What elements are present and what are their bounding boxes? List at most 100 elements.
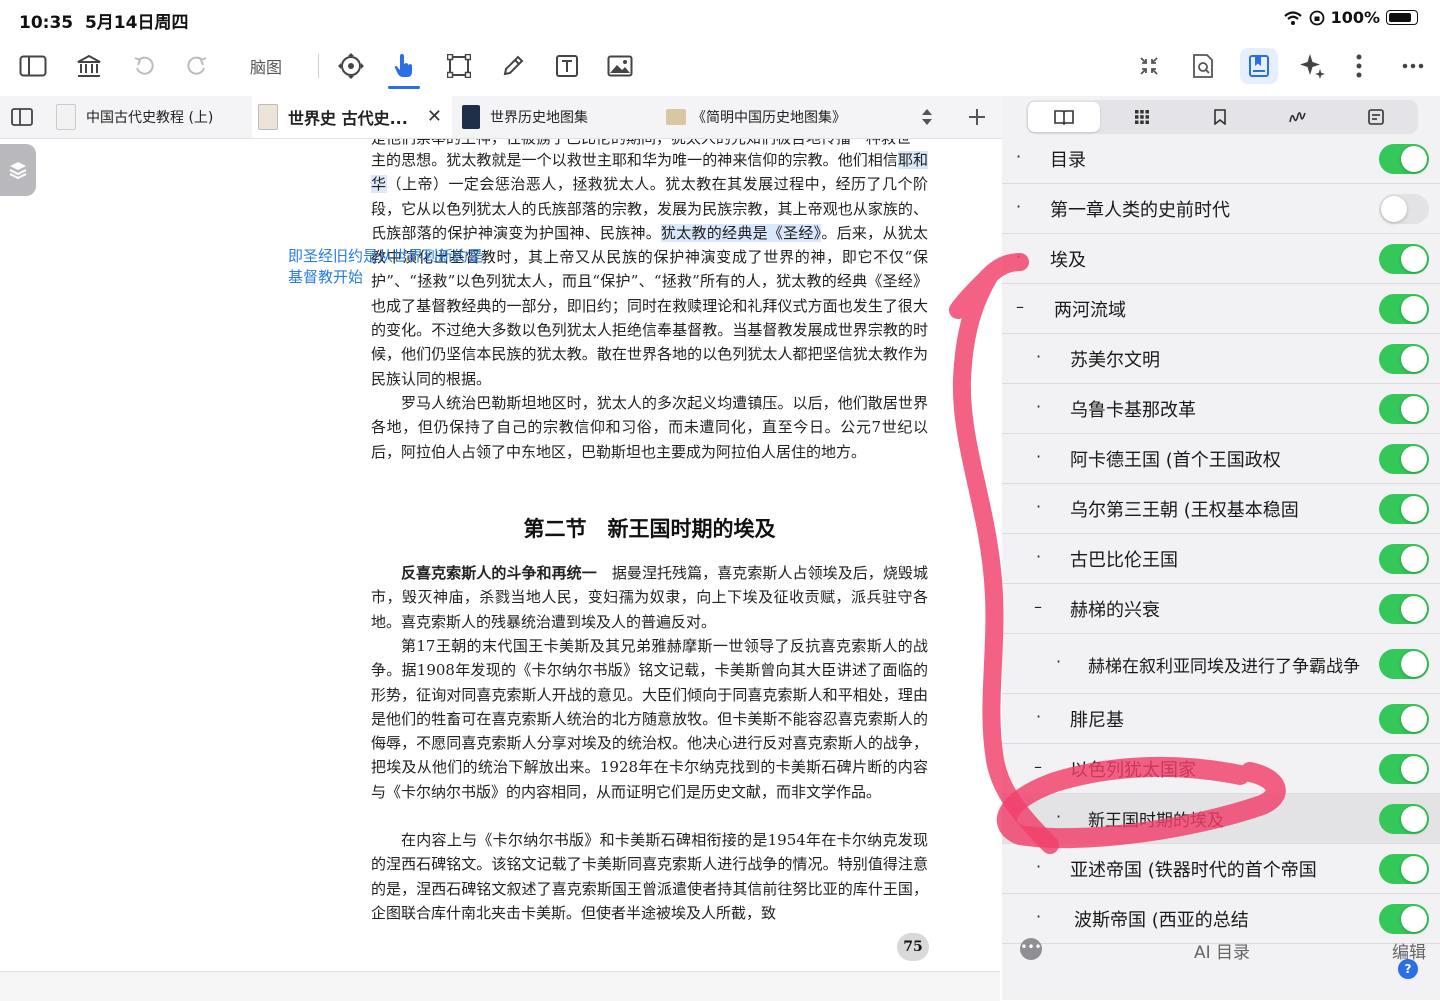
toc-visibility-toggle[interactable] <box>1379 444 1429 474</box>
toc-visibility-toggle[interactable] <box>1379 649 1429 679</box>
toc-row[interactable]: · 埃及 <box>1002 234 1440 284</box>
text-tool-button[interactable] <box>552 44 582 88</box>
outline-footer: ••• AI 目录 编辑 ? <box>1002 926 1440 979</box>
tab-chinese-ancient-history[interactable]: 中国古代史教程 (上) <box>52 96 254 138</box>
toc-visibility-toggle[interactable] <box>1379 144 1429 174</box>
more-vertical-button[interactable] <box>1348 44 1370 88</box>
tab-thumbnails[interactable] <box>1106 102 1178 132</box>
pen-tool-button[interactable] <box>498 44 528 88</box>
toc-visibility-toggle[interactable] <box>1379 494 1429 524</box>
toc-label: 腓尼基 <box>1070 710 1124 731</box>
reorder-arrows-icon <box>922 109 932 125</box>
tab-world-history-active[interactable]: 世界史 古代史... ✕ <box>252 96 452 138</box>
toc-visibility-toggle[interactable] <box>1379 754 1429 784</box>
sidebar-toggle-button[interactable] <box>16 44 50 88</box>
library-icon <box>77 54 101 77</box>
tab-outline[interactable] <box>1028 102 1100 132</box>
tab-annotations[interactable] <box>1262 102 1334 132</box>
toc-label: 第一章人类的史前时代 <box>1050 200 1230 221</box>
orientation-lock-icon <box>1309 10 1324 25</box>
toc-row[interactable]: – 以色列犹太国家 <box>1002 744 1440 794</box>
layers-panel-button[interactable] <box>0 144 36 196</box>
battery-icon <box>1386 10 1418 25</box>
toc-row[interactable]: · 阿卡德王国 (首个王国政权 <box>1002 434 1440 484</box>
select-area-button[interactable] <box>444 44 474 88</box>
toc-visibility-toggle[interactable] <box>1379 854 1429 884</box>
collapse-arrows-icon <box>1140 57 1158 75</box>
tab-bookmarks[interactable] <box>1184 102 1256 132</box>
toc-row[interactable]: · 亚述帝国 (铁器时代的首个帝国 <box>1002 844 1440 894</box>
ai-assistant-button[interactable] <box>1296 44 1328 88</box>
toc-visibility-toggle[interactable] <box>1379 294 1429 324</box>
more-horizontal-button[interactable] <box>1398 44 1428 88</box>
toc-visibility-toggle[interactable] <box>1379 544 1429 574</box>
close-icon[interactable]: ✕ <box>427 106 442 127</box>
toc-visibility-toggle[interactable] <box>1379 244 1429 274</box>
redo-icon <box>187 56 207 75</box>
status-time: 10:35 5月14日周四 <box>19 13 189 33</box>
signature-icon <box>1289 112 1306 123</box>
bookmark-view-button[interactable] <box>1240 48 1278 84</box>
split-view-button[interactable] <box>0 96 44 138</box>
toc-row-selected[interactable]: · 新王国时期的埃及 <box>1002 794 1440 844</box>
toc-row[interactable]: · 乌尔第三王朝 (王权基本稳固 <box>1002 484 1440 534</box>
open-book-icon <box>1054 110 1074 125</box>
toc-label: 以色列犹太国家 <box>1070 760 1196 781</box>
toc-row[interactable]: · 古巴比伦王国 <box>1002 534 1440 584</box>
toc-row[interactable]: – 两河流域 <box>1002 284 1440 334</box>
toc-row[interactable]: · 第一章人类的史前时代 <box>1002 184 1440 234</box>
toc-visibility-toggle[interactable] <box>1379 394 1429 424</box>
search-document-button[interactable] <box>1188 44 1218 88</box>
tab-label: 《简明中国历史地图集》 <box>692 110 846 126</box>
collapse-view-button[interactable] <box>1134 44 1164 88</box>
tab-label: 世界史 古代史... <box>288 109 408 128</box>
book-thumbnail-icon <box>56 104 76 130</box>
highlighted-text: 犹太教的经典是《圣经》 <box>661 223 822 242</box>
page-number: 75 <box>897 933 929 961</box>
undo-button[interactable] <box>130 44 158 88</box>
hand-tool-button[interactable] <box>388 44 420 88</box>
toc-row[interactable]: · 乌鲁卡基那改革 <box>1002 384 1440 434</box>
paragraph-kamose: 第17王朝的末代国王卡美斯及其兄弟雅赫摩斯一世领导了反抗喜克索斯人的战争。据19… <box>371 637 928 801</box>
image-tool-button[interactable] <box>605 44 635 88</box>
toc-label: 古巴比伦王国 <box>1070 550 1178 571</box>
bookmark-icon <box>1214 109 1226 125</box>
scroll-mode-button[interactable] <box>334 44 368 88</box>
toc-row[interactable]: · 赫梯在叙利亚同埃及进行了争霸战争 <box>1002 634 1440 694</box>
toc-row[interactable]: · 目录 <box>1002 134 1440 184</box>
reorder-tabs-button[interactable] <box>910 96 944 138</box>
sparkle-icon <box>1300 54 1325 79</box>
toc-visibility-toggle[interactable] <box>1379 194 1429 224</box>
toc-row[interactable]: – 赫梯的兴衰 <box>1002 584 1440 634</box>
toc-row[interactable]: · 腓尼基 <box>1002 694 1440 744</box>
ai-toc-button[interactable]: AI 目录 <box>1194 938 1250 963</box>
toc-label: 埃及 <box>1050 250 1086 271</box>
tab-chinese-history-atlas[interactable]: 《简明中国历史地图集》 <box>662 96 866 138</box>
image-icon <box>607 55 633 77</box>
mindmap-button[interactable]: 脑图 <box>244 44 288 88</box>
more-vertical-icon <box>1356 54 1362 78</box>
toc-label: 乌尔第三王朝 (王权基本稳固 <box>1070 500 1299 521</box>
toc-visibility-toggle[interactable] <box>1379 344 1429 374</box>
book-thumbnail-icon <box>666 109 686 125</box>
handwritten-margin-note[interactable]: 即圣经旧约是从世界到新约是基督教开始 <box>288 246 488 288</box>
toc-label: 苏美尔文明 <box>1070 350 1160 371</box>
redo-button[interactable] <box>183 44 211 88</box>
tab-notes[interactable] <box>1340 102 1412 132</box>
toc-list: · 目录 · 第一章人类的史前时代 · 埃及 – 两河流域 · 苏美尔文明 · 乌鲁卡基那改… <box>1002 134 1440 944</box>
book-thumbnail-icon <box>258 104 278 130</box>
tab-world-history-atlas[interactable]: 世界历史地图集 <box>458 96 660 138</box>
help-icon[interactable]: ? <box>1398 959 1418 979</box>
document-page[interactable]: 是他们崇奉的上神，往被掳于巴比伦的期间，犹太人的先知们极告地传播一种救世 主的思… <box>0 139 1000 971</box>
toc-row[interactable]: · 苏美尔文明 <box>1002 334 1440 384</box>
toc-visibility-toggle[interactable] <box>1379 704 1429 734</box>
toc-visibility-toggle[interactable] <box>1379 594 1429 624</box>
add-tab-button[interactable] <box>960 96 994 138</box>
toc-label: 两河流域 <box>1054 300 1126 321</box>
more-options-icon[interactable]: ••• <box>1020 938 1042 960</box>
active-tool-indicator <box>388 86 420 89</box>
toc-visibility-toggle[interactable] <box>1379 804 1429 834</box>
library-button[interactable] <box>74 44 104 88</box>
page-bottom-strip <box>0 971 1000 1001</box>
note-icon <box>1368 109 1384 125</box>
